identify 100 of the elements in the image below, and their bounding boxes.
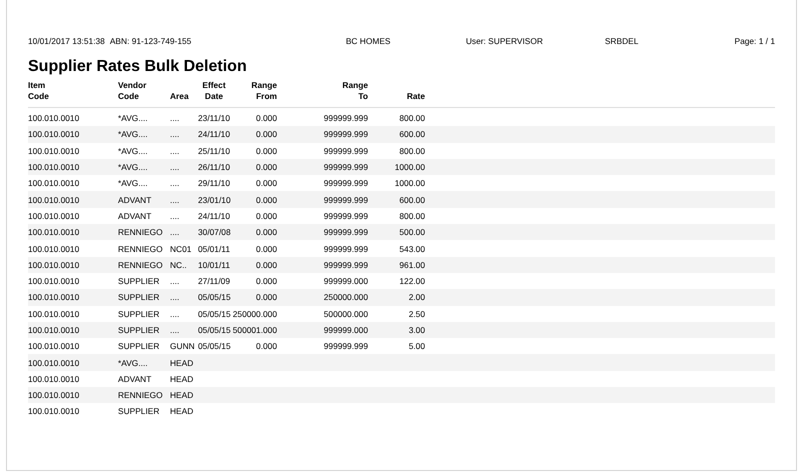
table-cell: 24/11/10 <box>198 129 230 140</box>
table-cell: .... <box>170 162 180 172</box>
table-cell: NC01 <box>170 244 192 254</box>
report-timestamp: 10/01/2017 13:51:38 <box>28 36 105 46</box>
table-cell: 0.000 <box>256 146 277 156</box>
table-cell: 999999.999 <box>324 162 368 172</box>
table-cell: RENNIEGO <box>118 244 163 254</box>
table-cell: 999999.999 <box>324 260 368 270</box>
table-cell: 05/05/15 <box>198 341 231 352</box>
table-cell: *AVG.... <box>118 358 148 368</box>
table-cell: 999999.999 <box>324 129 368 140</box>
table-cell: .... <box>170 178 180 188</box>
table-cell: 100.010.0010 <box>28 129 80 140</box>
column-header: Area <box>170 91 190 102</box>
table-cell: *AVG.... <box>118 162 148 172</box>
table-cell: 600.00 <box>399 129 425 140</box>
table-cell: SUPPLIER <box>118 292 160 302</box>
table-cell: NC.. <box>170 260 187 270</box>
table-cell: .... <box>170 194 180 205</box>
table-cell: ADVANT <box>118 194 152 205</box>
table-cell: .... <box>170 210 180 221</box>
table-cell: 0.000 <box>256 113 277 124</box>
table-cell: 800.00 <box>399 210 425 221</box>
table-cell: 999999.999 <box>324 210 368 221</box>
table-cell: 999999.999 <box>324 341 368 352</box>
table-cell: .... <box>170 146 180 156</box>
table-cell: 100.010.0010 <box>28 325 80 335</box>
table-cell: 0.000 <box>256 162 277 172</box>
column-header: Effect Date <box>202 80 226 102</box>
table-cell: 999999.999 <box>324 227 368 238</box>
table-cell: 25/11/10 <box>198 146 230 156</box>
table-cell: GUNN <box>170 341 195 352</box>
table-cell: 100.010.0010 <box>28 374 80 384</box>
table-cell: 0.000 <box>256 178 277 188</box>
table-cell: RENNIEGO <box>118 260 163 270</box>
table-cell: 5.00 <box>408 341 425 352</box>
table-cell: 26/11/10 <box>198 162 230 172</box>
table-cell: 23/11/10 <box>198 113 230 124</box>
table-cell: 543.00 <box>399 244 425 254</box>
table-cell: 2.50 <box>408 308 425 319</box>
table-cell: RENNIEGO <box>118 227 163 238</box>
table-cell: 05/05/15 <box>198 308 231 319</box>
table-cell: .... <box>170 308 180 319</box>
table-cell: 10/01/11 <box>198 260 230 270</box>
column-header: Range To <box>342 80 368 102</box>
table-cell: 250000.000 <box>232 308 277 319</box>
table-cell: 0.000 <box>256 292 277 302</box>
table-cell: SUPPLIER <box>118 276 160 286</box>
column-header: Rate <box>406 91 425 102</box>
user-name: User: SUPERVISOR <box>466 36 544 46</box>
abn-number: ABN: 91-123-749-155 <box>110 36 192 46</box>
table-cell: .... <box>170 129 180 140</box>
table-cell: 05/01/11 <box>198 244 230 254</box>
table-cell: HEAD <box>170 358 194 368</box>
table-cell: 0.000 <box>256 210 277 221</box>
table-cell: 600.00 <box>399 194 425 205</box>
table-cell: 800.00 <box>399 146 425 156</box>
table-cell: 100.010.0010 <box>28 260 80 270</box>
table-cell: 27/11/09 <box>198 276 230 286</box>
table-cell: 100.010.0010 <box>28 194 80 205</box>
table-cell: SUPPLIER <box>118 341 160 352</box>
table-cell: 100.010.0010 <box>28 113 80 124</box>
table-cell: *AVG.... <box>118 146 148 156</box>
table-cell: 0.000 <box>256 276 277 286</box>
table-cell: 100.010.0010 <box>28 227 80 238</box>
table-cell: SUPPLIER <box>118 325 160 335</box>
table-cell: ADVANT <box>118 374 152 384</box>
table-cell: 100.010.0010 <box>28 292 80 302</box>
table-cell: 1000.00 <box>394 178 425 188</box>
table-cell: 24/11/10 <box>198 210 230 221</box>
table-cell: 2.00 <box>408 292 425 302</box>
table-cell: 500000.000 <box>324 308 368 319</box>
table-cell: *AVG.... <box>118 178 148 188</box>
table-cell: 250000.000 <box>324 292 368 302</box>
table-cell: .... <box>170 227 180 238</box>
table-cell: 999999.999 <box>324 146 368 156</box>
table-cell: 122.00 <box>399 276 425 286</box>
table-cell: 999999.999 <box>324 194 368 205</box>
table-cell: 1000.00 <box>394 162 425 172</box>
table-cell: 100.010.0010 <box>28 308 80 319</box>
column-header: Item Code <box>28 80 50 102</box>
table-cell: SUPPLIER <box>118 308 160 319</box>
table-cell: 500001.000 <box>232 325 277 335</box>
table-cell: 100.010.0010 <box>28 358 80 368</box>
table-cell: ADVANT <box>118 210 152 221</box>
table-cell: 100.010.0010 <box>28 178 80 188</box>
table-cell: 100.010.0010 <box>28 244 80 254</box>
table-cell: *AVG.... <box>118 113 148 124</box>
table-cell: 3.00 <box>408 325 425 335</box>
table-cell: RENNIEGO <box>118 390 163 400</box>
table-cell: 29/11/10 <box>198 178 230 188</box>
report-title: Supplier Rates Bulk Deletion <box>28 57 248 77</box>
table-cell: 0.000 <box>256 194 277 205</box>
table-cell: 0.000 <box>256 260 277 270</box>
table-cell: 999999.000 <box>324 276 368 286</box>
table-cell: 999999.999 <box>324 178 368 188</box>
table-cell: 100.010.0010 <box>28 390 80 400</box>
column-header: Range From <box>251 80 277 102</box>
table-cell: .... <box>170 113 180 124</box>
table-cell: HEAD <box>170 406 194 416</box>
